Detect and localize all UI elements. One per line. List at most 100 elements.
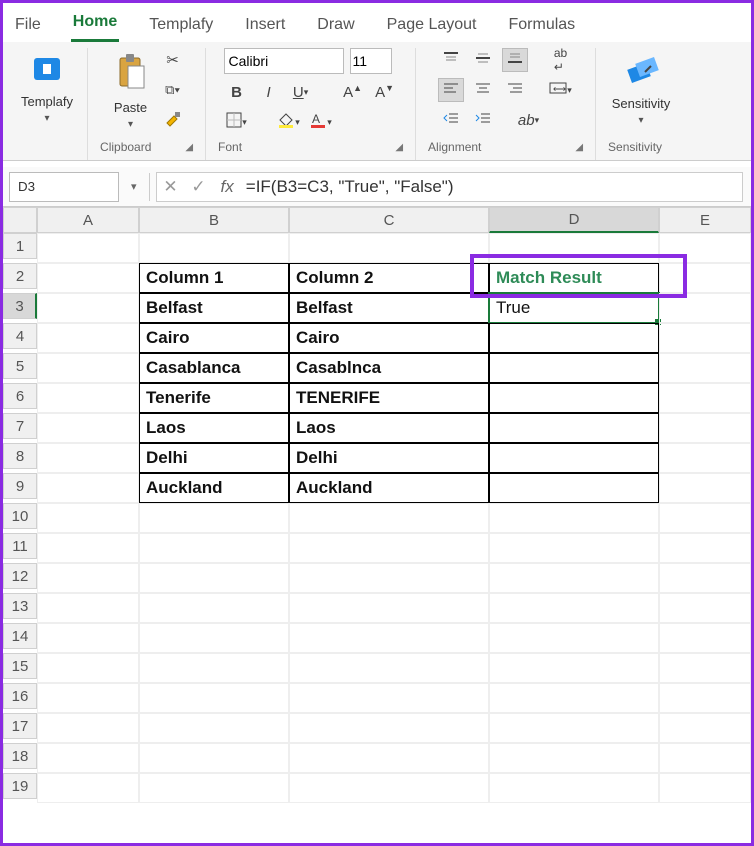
fx-icon[interactable]: fx (213, 177, 242, 197)
cell-D13[interactable] (489, 593, 659, 623)
cell-D5[interactable] (489, 353, 659, 383)
cell-C5[interactable]: Casablnca (289, 353, 489, 383)
cell-A7[interactable] (37, 413, 139, 443)
formula-input[interactable]: =IF(B3=C3, "True", "False") (242, 177, 742, 197)
cut-button[interactable]: ✂ (160, 48, 186, 72)
cell-B4[interactable]: Cairo (139, 323, 289, 353)
row-header-2[interactable]: 2 (3, 263, 37, 289)
font-size-input[interactable] (350, 48, 392, 74)
cell-D19[interactable] (489, 773, 659, 803)
cell-C7[interactable]: Laos (289, 413, 489, 443)
decrease-indent-button[interactable] (438, 108, 464, 132)
align-center-button[interactable] (470, 78, 496, 102)
cell-C1[interactable] (289, 233, 489, 263)
cell-A1[interactable] (37, 233, 139, 263)
row-header-16[interactable]: 16 (3, 683, 37, 709)
merge-center-button[interactable]: ⟷▾ (548, 78, 574, 102)
cell-D6[interactable] (489, 383, 659, 413)
cell-E18[interactable] (659, 743, 751, 773)
cell-E7[interactable] (659, 413, 751, 443)
cell-C14[interactable] (289, 623, 489, 653)
shrink-font-button[interactable]: A▼ (372, 80, 398, 104)
grow-font-button[interactable]: A▲ (340, 80, 366, 104)
cell-D10[interactable] (489, 503, 659, 533)
row-header-13[interactable]: 13 (3, 593, 37, 619)
cell-B18[interactable] (139, 743, 289, 773)
row-header-12[interactable]: 12 (3, 563, 37, 589)
align-top-button[interactable] (438, 48, 464, 72)
cell-E13[interactable] (659, 593, 751, 623)
cell-D3[interactable]: True (489, 293, 659, 323)
cell-C18[interactable] (289, 743, 489, 773)
cell-E4[interactable] (659, 323, 751, 353)
cell-E11[interactable] (659, 533, 751, 563)
row-header-3[interactable]: 3 (3, 293, 37, 319)
cell-A17[interactable] (37, 713, 139, 743)
font-color-button[interactable]: A ▾ (308, 110, 334, 134)
orientation-button[interactable]: ab▾ (516, 108, 542, 132)
col-header-A[interactable]: A (37, 207, 139, 233)
align-bottom-button[interactable] (502, 48, 528, 72)
cell-C2[interactable]: Column 2 (289, 263, 489, 293)
borders-button[interactable]: ▾ (224, 110, 250, 134)
cell-C11[interactable] (289, 533, 489, 563)
cell-E1[interactable] (659, 233, 751, 263)
cell-A12[interactable] (37, 563, 139, 593)
cell-A8[interactable] (37, 443, 139, 473)
cell-B17[interactable] (139, 713, 289, 743)
cell-C8[interactable]: Delhi (289, 443, 489, 473)
tab-draw[interactable]: Draw (315, 12, 356, 42)
tab-formulas[interactable]: Formulas (506, 12, 577, 42)
cell-B19[interactable] (139, 773, 289, 803)
cell-B11[interactable] (139, 533, 289, 563)
row-header-1[interactable]: 1 (3, 233, 37, 259)
col-header-D[interactable]: D (489, 207, 659, 233)
cell-E8[interactable] (659, 443, 751, 473)
cell-A14[interactable] (37, 623, 139, 653)
cell-D11[interactable] (489, 533, 659, 563)
cell-C4[interactable]: Cairo (289, 323, 489, 353)
cell-A19[interactable] (37, 773, 139, 803)
cell-A13[interactable] (37, 593, 139, 623)
row-header-6[interactable]: 6 (3, 383, 37, 409)
cell-B10[interactable] (139, 503, 289, 533)
cell-C13[interactable] (289, 593, 489, 623)
select-all-corner[interactable] (3, 207, 37, 233)
underline-button[interactable]: U▾ (288, 80, 314, 104)
row-header-5[interactable]: 5 (3, 353, 37, 379)
cell-D17[interactable] (489, 713, 659, 743)
cell-C3[interactable]: Belfast (289, 293, 489, 323)
cell-E2[interactable] (659, 263, 751, 293)
cell-D4[interactable] (489, 323, 659, 353)
row-header-8[interactable]: 8 (3, 443, 37, 469)
align-middle-button[interactable] (470, 48, 496, 72)
row-header-18[interactable]: 18 (3, 743, 37, 769)
cell-C6[interactable]: TENERIFE (289, 383, 489, 413)
row-header-10[interactable]: 10 (3, 503, 37, 529)
cell-B3[interactable]: Belfast (139, 293, 289, 323)
name-box-dropdown[interactable]: ▾ (125, 180, 143, 193)
dialog-launcher-icon[interactable]: ◢ (575, 142, 583, 153)
row-header-14[interactable]: 14 (3, 623, 37, 649)
col-header-B[interactable]: B (139, 207, 289, 233)
align-right-button[interactable] (502, 78, 528, 102)
cell-E10[interactable] (659, 503, 751, 533)
enter-formula-button[interactable]: ✓ (185, 177, 213, 197)
templafy-button[interactable]: Templafy ▾ (15, 48, 79, 128)
row-header-4[interactable]: 4 (3, 323, 37, 349)
cell-B15[interactable] (139, 653, 289, 683)
row-header-11[interactable]: 11 (3, 533, 37, 559)
cell-B8[interactable]: Delhi (139, 443, 289, 473)
cell-D16[interactable] (489, 683, 659, 713)
cell-E3[interactable] (659, 293, 751, 323)
wrap-text-button[interactable]: ab↵ (548, 48, 574, 72)
cell-E17[interactable] (659, 713, 751, 743)
cell-D8[interactable] (489, 443, 659, 473)
cell-A11[interactable] (37, 533, 139, 563)
tab-home[interactable]: Home (71, 9, 119, 42)
cell-A6[interactable] (37, 383, 139, 413)
cell-A4[interactable] (37, 323, 139, 353)
cell-D12[interactable] (489, 563, 659, 593)
row-header-19[interactable]: 19 (3, 773, 37, 799)
cell-C12[interactable] (289, 563, 489, 593)
